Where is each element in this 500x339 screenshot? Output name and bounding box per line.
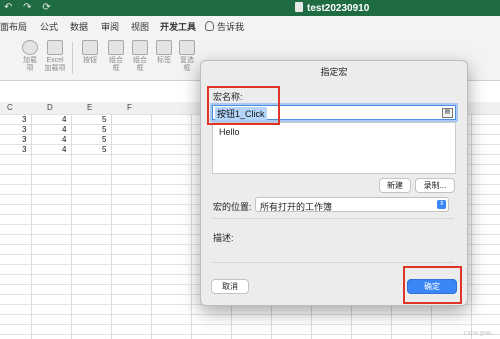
add-ins-label: 加载 项 [23, 57, 37, 72]
tab-tell-me[interactable]: 告诉我 [205, 20, 244, 33]
grid-cell[interactable]: 4 [62, 145, 66, 154]
label-icon [156, 40, 172, 55]
grid-cell[interactable]: 3 [22, 135, 26, 144]
tab-tell-me-label: 告诉我 [217, 22, 245, 32]
form-button-label: 按钮 [83, 57, 97, 64]
tab-data[interactable]: 数据 [70, 20, 88, 33]
grid-cell[interactable]: 4 [62, 135, 66, 144]
label-control[interactable]: 标签 [152, 40, 176, 65]
label-control-label: 标签 [157, 57, 171, 64]
column-header-e[interactable]: E [87, 103, 92, 112]
grid-cell[interactable]: 3 [22, 125, 26, 134]
tab-developer[interactable]: 开发工具 [160, 20, 197, 37]
grid-cell[interactable]: 4 [62, 115, 66, 124]
grid-cell[interactable]: 5 [102, 145, 106, 154]
excel-add-ins-label: Excel 加载项 [44, 57, 66, 72]
form-button-control[interactable]: 按钮 [78, 40, 102, 65]
chevron-updown-icon: ⇕ [437, 200, 446, 209]
grid-cell[interactable]: 5 [102, 135, 106, 144]
divider [212, 218, 454, 219]
grid-cell[interactable]: 3 [22, 115, 26, 124]
excel-add-ins-button[interactable]: Excel 加载项 [43, 40, 67, 73]
tab-formulas[interactable]: 公式 [40, 20, 58, 33]
grid-cell[interactable]: 4 [62, 125, 66, 134]
combo-box-icon [108, 40, 124, 55]
add-ins-icon [22, 40, 38, 55]
combo-box-label: 组合 框 [109, 57, 123, 72]
grid-cell[interactable]: 5 [102, 115, 106, 124]
button-control-icon [82, 40, 98, 55]
record-button[interactable]: 录制... [415, 178, 455, 193]
dialog-title: 指定宏 [320, 67, 348, 77]
checkbox-control-label: 复选 框 [180, 57, 194, 72]
macro-location-label: 宏的位置: [213, 202, 252, 212]
grid-cell[interactable]: 3 [22, 145, 26, 154]
column-header-d[interactable]: D [47, 103, 53, 112]
cancel-button[interactable]: 取消 [211, 279, 249, 294]
ribbon-tabs: 面布局 公式 数据 审阅 视图 开发工具 告诉我 [0, 16, 500, 37]
tab-page-layout[interactable]: 面布局 [0, 20, 27, 33]
combo-box-control[interactable]: 组合 框 [104, 40, 128, 73]
column-header-f[interactable]: F [127, 103, 132, 112]
divider [212, 262, 454, 263]
checkbox-icon [179, 40, 195, 55]
title-bar: ↶ ↷ ⟳ test20230910 [0, 0, 500, 16]
excel-add-ins-icon [47, 40, 63, 55]
tab-view[interactable]: 视图 [131, 20, 149, 33]
collapse-dialog-icon[interactable]: ▤ [442, 108, 453, 118]
grid-cell[interactable]: 5 [102, 125, 106, 134]
highlight-box [207, 86, 280, 125]
macro-location-value: 所有打开的工作簿 [260, 202, 333, 212]
group-box-label: 组合 框 [133, 57, 147, 72]
document-title-text: test20230910 [307, 3, 370, 14]
checkbox-control[interactable]: 复选 框 [175, 40, 199, 73]
group-box-control[interactable]: 组合 框 [128, 40, 152, 73]
add-ins-button[interactable]: 加载 项 [18, 40, 42, 73]
watermark: CSDN @Wo... [463, 331, 496, 337]
highlight-box [403, 266, 462, 304]
macro-list[interactable]: Hello [212, 122, 456, 174]
column-header-c[interactable]: C [7, 103, 13, 112]
tab-review[interactable]: 审阅 [101, 20, 119, 33]
description-label: 描述: [213, 233, 234, 243]
macro-location-select[interactable]: 所有打开的工作簿 ⇕ [255, 197, 449, 212]
new-button[interactable]: 新建 [379, 178, 411, 193]
document-icon [295, 2, 303, 12]
lightbulb-icon [205, 21, 214, 31]
group-box-icon [132, 40, 148, 55]
ribbon-divider [72, 42, 73, 74]
quick-access-toolbar[interactable]: ↶ ↷ ⟳ [4, 2, 55, 13]
list-item[interactable]: Hello [219, 127, 240, 137]
document-title: test20230910 [295, 2, 369, 14]
